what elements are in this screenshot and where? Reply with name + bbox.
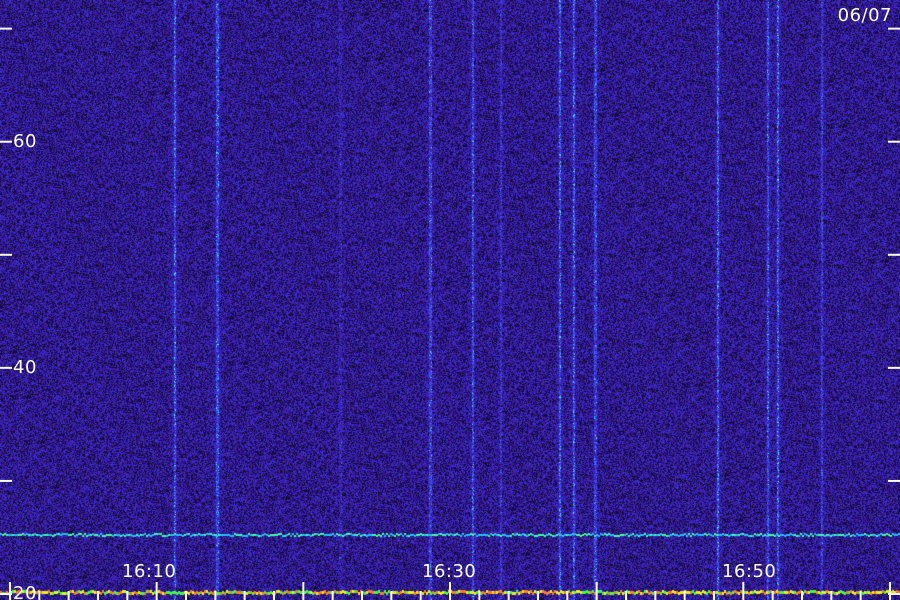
- spectrogram-chart: 06/07 60 40 20 16:10 16:30 16:50: [0, 0, 900, 600]
- axes-overlay: [0, 27, 900, 600]
- y-tick-label: 60: [13, 130, 37, 152]
- x-tick-label: 16:10: [122, 561, 177, 582]
- x-tick-label: 16:30: [422, 561, 477, 582]
- y-tick-label: 40: [13, 356, 37, 378]
- x-tick-label: 16:50: [722, 561, 777, 582]
- date-label: 06/07: [837, 5, 892, 26]
- y-tick-label: 20: [13, 583, 37, 600]
